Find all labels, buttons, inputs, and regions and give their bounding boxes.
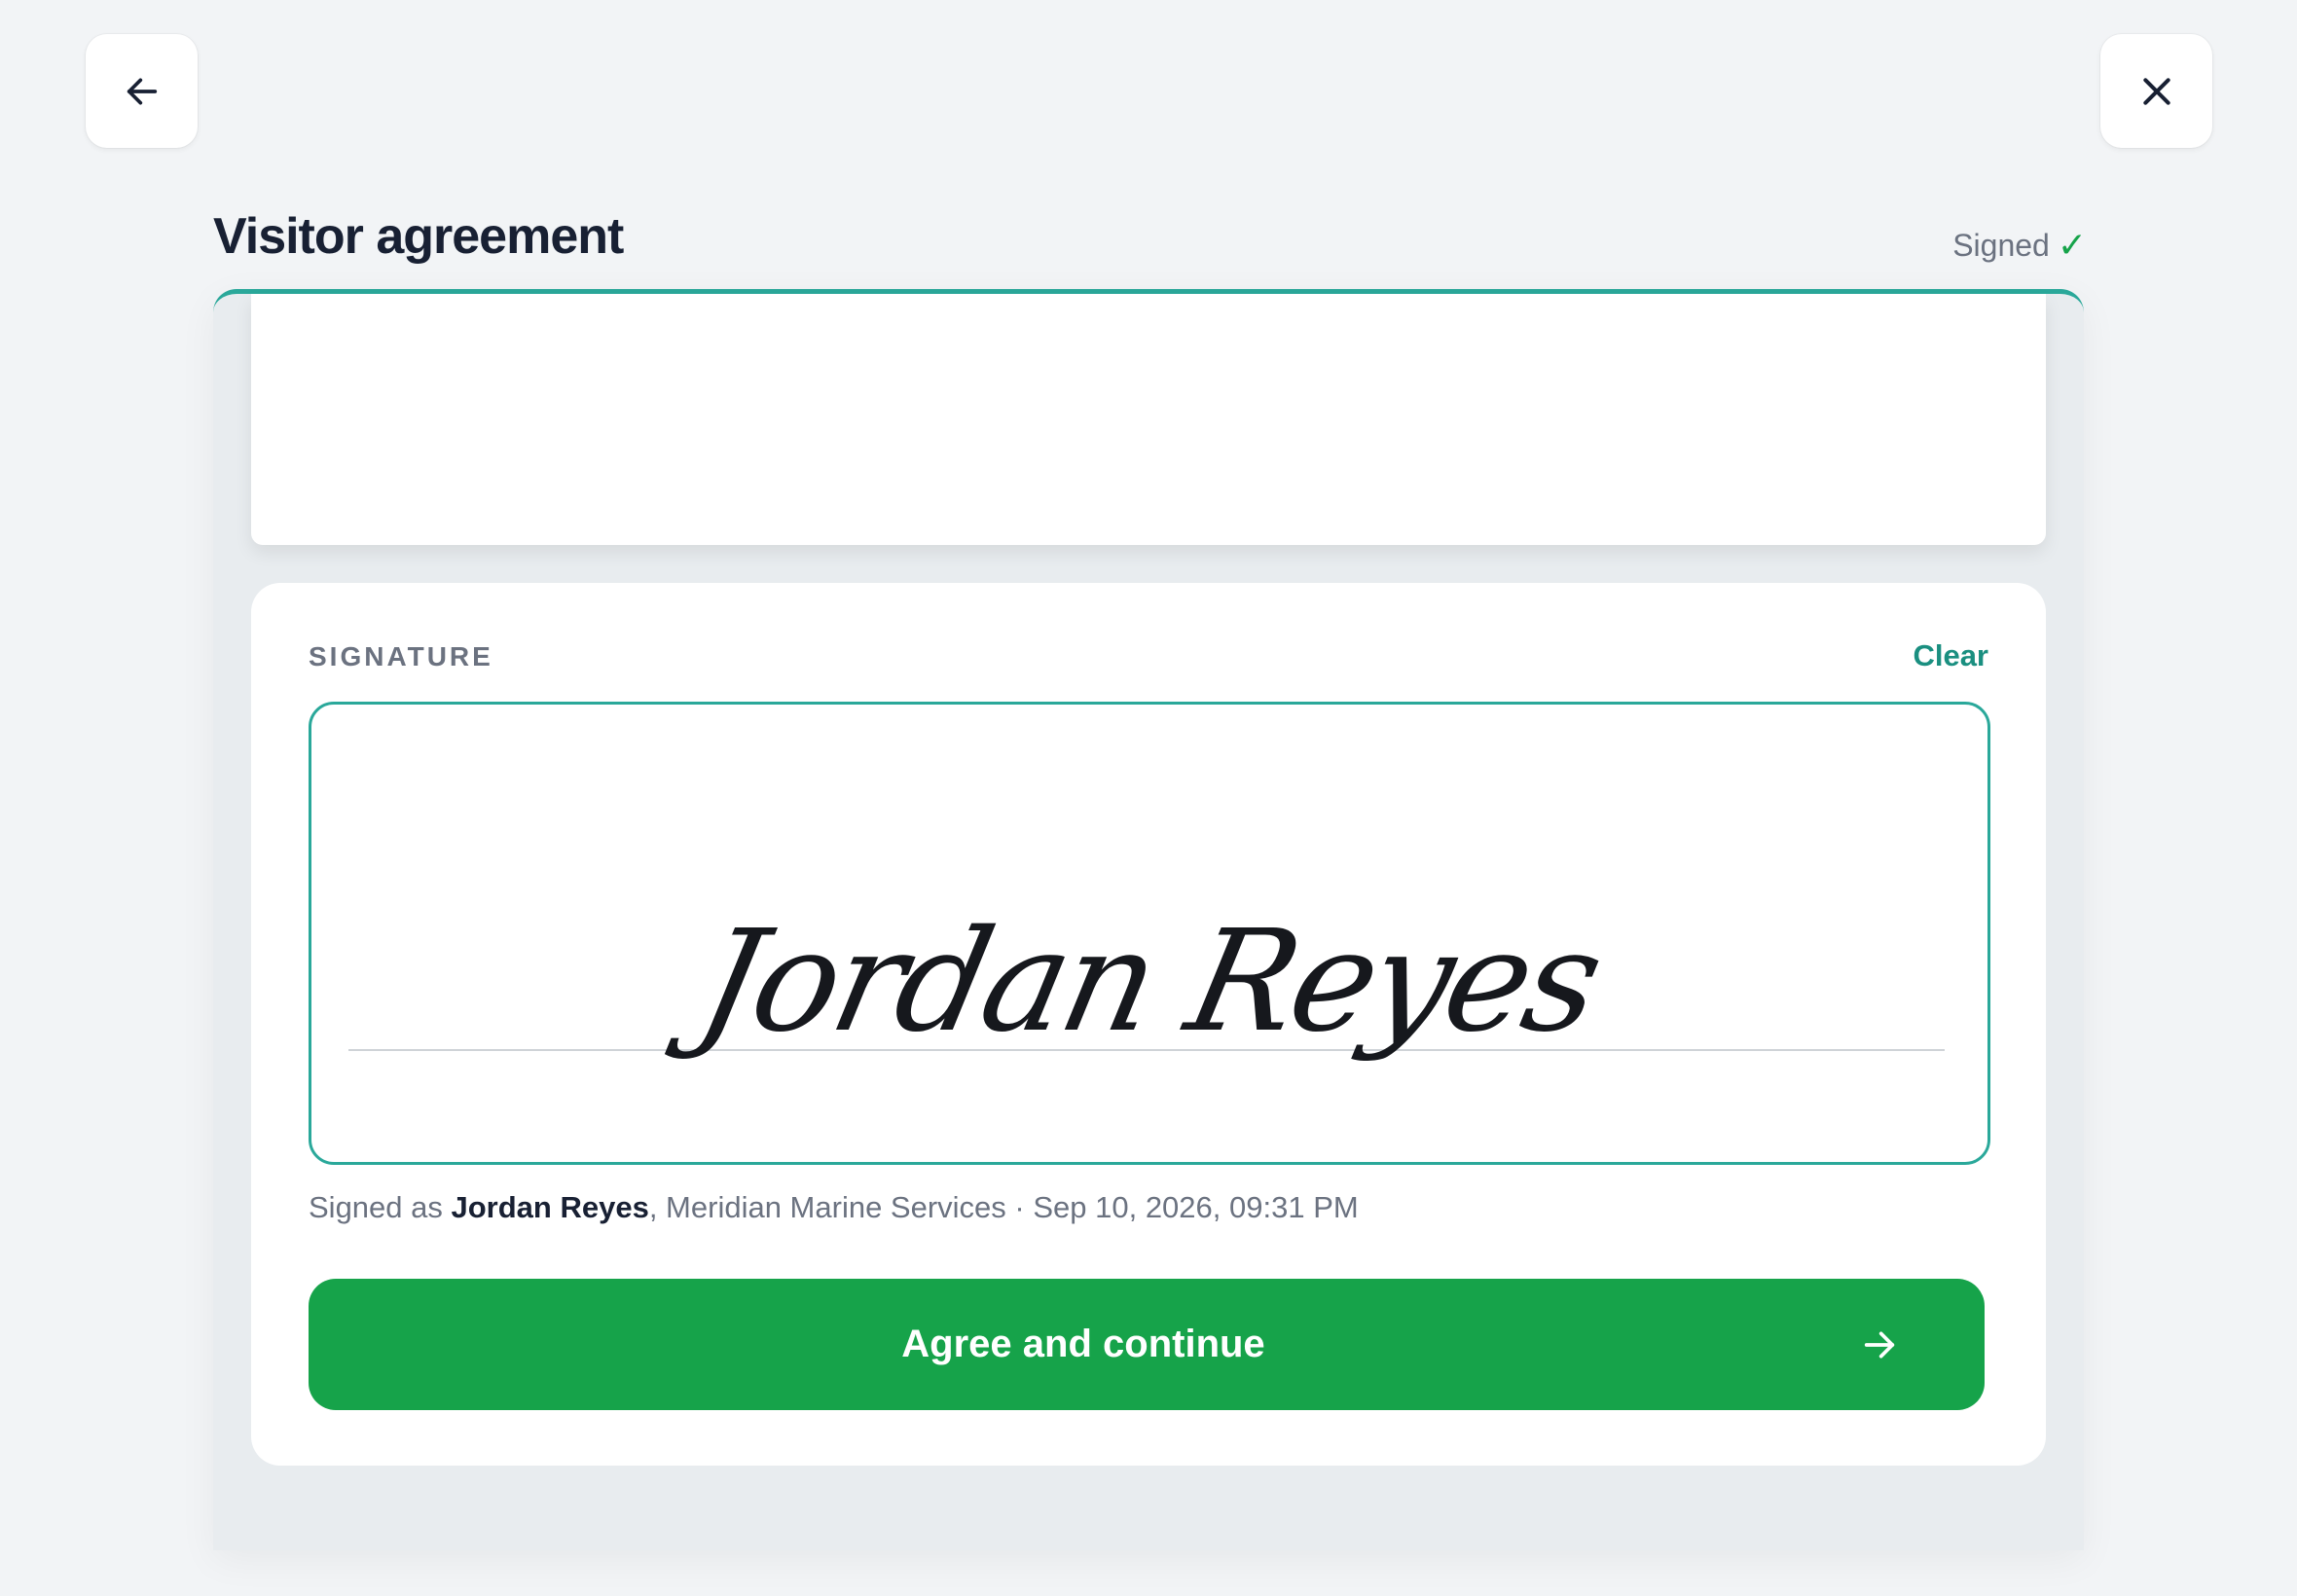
status-label: Signed [1952, 228, 2050, 263]
arrow-left-icon [127, 78, 157, 104]
signature-pad[interactable]: Jordan Reyes [309, 702, 1990, 1165]
agreement-sheet: SIGNATURE Clear Jordan Reyes Signed as J… [213, 289, 2084, 1550]
check-icon: ✓ [2057, 225, 2087, 265]
signed-as-prefix: Signed as [309, 1190, 452, 1224]
signature-section-label: SIGNATURE [309, 641, 493, 671]
agree-button-label: Agree and continue [901, 1323, 1265, 1365]
signed-as-details: , Meridian Marine Services · Sep 10, 202… [648, 1190, 1359, 1224]
close-icon [2142, 77, 2170, 105]
clear-signature-button[interactable]: Clear [1913, 635, 1988, 676]
signer-name: Jordan Reyes [451, 1190, 649, 1224]
signature-ink: Jordan Reyes [686, 899, 1613, 1063]
signature-card: SIGNATURE Clear Jordan Reyes Signed as J… [251, 583, 2046, 1466]
arrow-right-icon [1864, 1331, 1895, 1359]
signed-as-info: Signed as Jordan Reyes, Meridian Marine … [309, 1186, 1359, 1229]
agree-and-continue-button[interactable]: Agree and continue [309, 1279, 1985, 1410]
agreement-document-panel[interactable] [251, 294, 2046, 545]
back-button[interactable] [86, 34, 198, 148]
page-title: Visitor agreement [213, 208, 624, 265]
status-badge: Signed ✓ [1952, 224, 2087, 267]
close-button[interactable] [2100, 34, 2212, 148]
